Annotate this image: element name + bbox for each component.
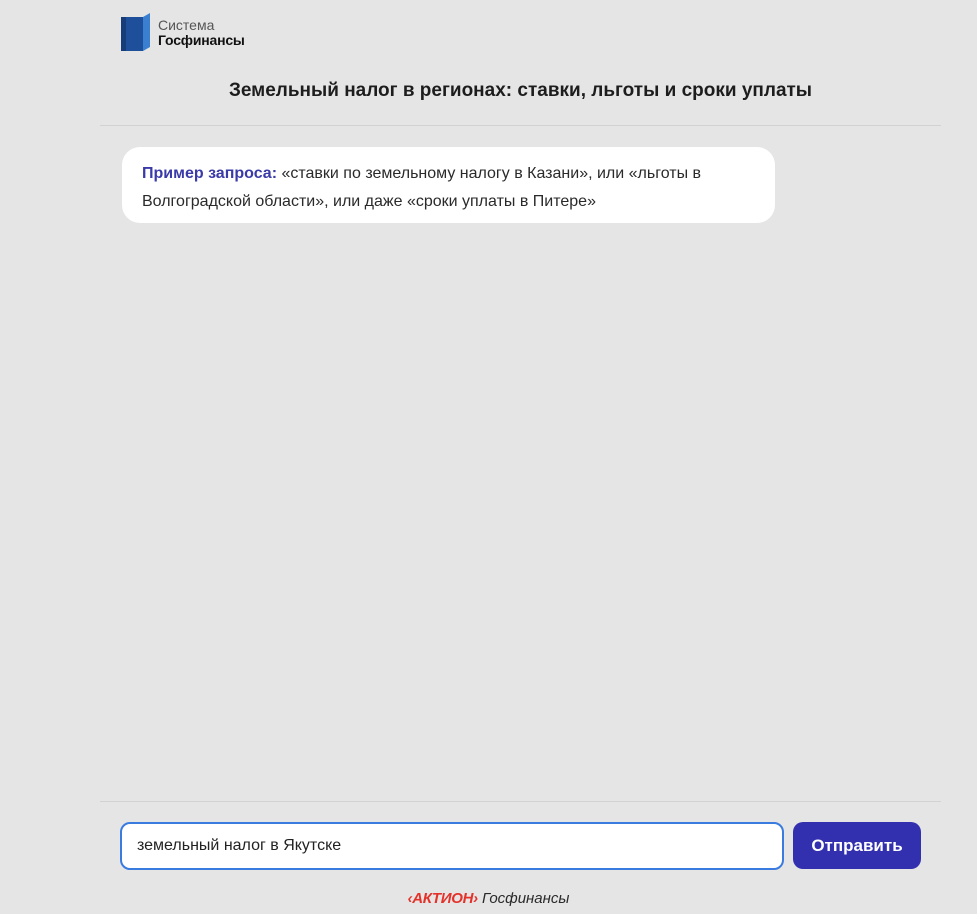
logo-line-2: Госфинансы bbox=[158, 32, 245, 48]
header-divider bbox=[100, 125, 941, 126]
composer-divider bbox=[100, 801, 941, 802]
footer-product: Госфинансы bbox=[477, 890, 570, 907]
example-query-bubble: Пример запроса: «ставки по земельному на… bbox=[122, 147, 775, 223]
page-title: Земельный налог в регионах: ставки, льго… bbox=[228, 80, 813, 101]
example-query-label: Пример запроса: bbox=[142, 165, 278, 182]
send-button[interactable]: Отправить bbox=[793, 822, 921, 869]
logo-line-1: Система bbox=[158, 17, 215, 33]
footer-brand: ‹АКТИОН› bbox=[407, 890, 479, 907]
footer-branding: ‹АКТИОН› Госфинансы bbox=[0, 890, 977, 907]
query-input[interactable] bbox=[120, 822, 784, 870]
logo-text: Система Госфинансы bbox=[158, 18, 245, 48]
app-logo[interactable]: Система Госфинансы bbox=[120, 13, 245, 53]
book-logo-icon bbox=[121, 13, 150, 51]
